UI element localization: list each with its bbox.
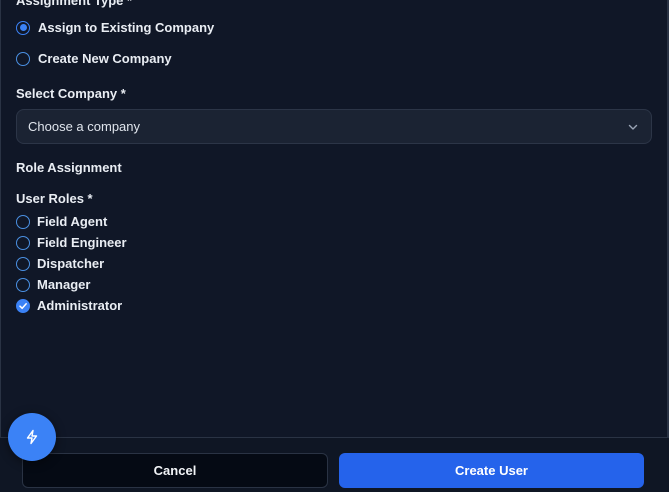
role-administrator[interactable]: Administrator xyxy=(16,298,122,313)
radio-assign-existing[interactable]: Assign to Existing Company xyxy=(16,20,214,35)
role-checkbox[interactable] xyxy=(16,214,30,229)
role-dispatcher[interactable]: Dispatcher xyxy=(16,256,104,271)
role-label: Field Agent xyxy=(37,214,108,229)
quick-action-button[interactable] xyxy=(8,413,56,461)
user-roles-label: User Roles * xyxy=(16,191,93,206)
role-checkbox[interactable] xyxy=(16,256,30,271)
company-select-value: Choose a company xyxy=(28,119,141,134)
role-checkbox-checked[interactable] xyxy=(16,298,30,313)
role-label: Dispatcher xyxy=(37,256,105,271)
radio-button[interactable] xyxy=(16,51,30,66)
role-checkbox[interactable] xyxy=(16,277,30,292)
radio-button-checked[interactable] xyxy=(16,20,30,35)
role-label: Field Engineer xyxy=(37,235,127,250)
checkmark-icon xyxy=(19,302,27,309)
form-panel: Assignment Type * Assign to Existing Com… xyxy=(0,0,669,492)
assignment-type-label: Assignment Type * xyxy=(16,0,133,8)
role-checkbox[interactable] xyxy=(16,235,30,250)
create-user-button[interactable]: Create User xyxy=(339,453,644,488)
role-label: Manager xyxy=(37,277,91,292)
company-select[interactable]: Choose a company xyxy=(16,109,652,144)
radio-create-new[interactable]: Create New Company xyxy=(16,51,172,66)
cancel-button[interactable]: Cancel xyxy=(22,453,328,488)
role-label: Administrator xyxy=(37,298,123,313)
radio-label: Create New Company xyxy=(38,51,172,66)
role-field-engineer[interactable]: Field Engineer xyxy=(16,235,127,250)
select-company-label: Select Company * xyxy=(16,86,126,101)
radio-label: Assign to Existing Company xyxy=(38,20,215,35)
role-field-agent[interactable]: Field Agent xyxy=(16,214,107,229)
lightning-icon xyxy=(26,429,38,445)
role-manager[interactable]: Manager xyxy=(16,277,90,292)
role-assignment-title: Role Assignment xyxy=(16,160,122,175)
chevron-down-icon xyxy=(628,124,638,130)
